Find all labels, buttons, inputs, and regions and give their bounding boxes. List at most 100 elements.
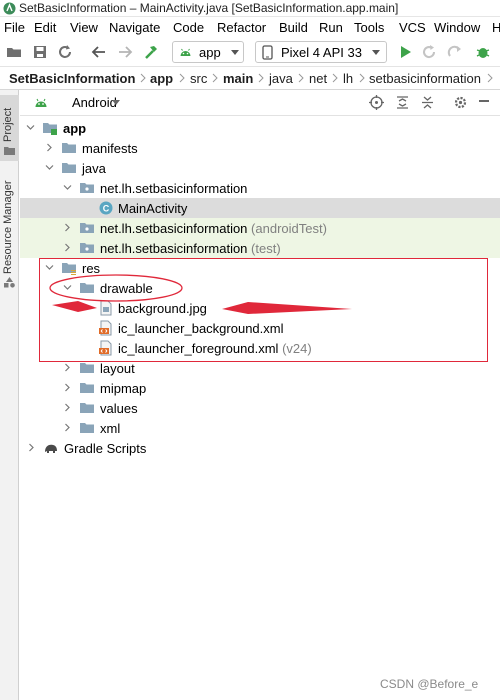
tree-label: MainActivity [118, 201, 188, 216]
android-studio-icon [3, 2, 16, 15]
chevron-right-icon[interactable] [27, 443, 36, 452]
open-folder-icon[interactable] [6, 44, 22, 60]
module-label: app [199, 45, 221, 60]
tree-node-xml[interactable]: xml [20, 418, 500, 438]
folder-icon [80, 423, 94, 433]
chevron-right-icon [359, 73, 365, 83]
breadcrumb-net[interactable]: net [309, 71, 327, 86]
chevron-right-icon[interactable] [63, 383, 72, 392]
chevron-down-icon[interactable] [112, 100, 120, 105]
title-bar: SetBasicInformation – MainActivity.java … [0, 0, 500, 17]
chevron-down-icon [372, 50, 380, 55]
tree-label: Gradle Scripts [64, 441, 147, 456]
tree-label: app [63, 121, 87, 136]
chevron-right-icon[interactable] [63, 243, 72, 252]
menu-navigate[interactable]: Navigate [109, 20, 160, 35]
chevron-down-icon[interactable] [26, 123, 35, 132]
breadcrumb-lh[interactable]: lh [343, 71, 353, 86]
breadcrumb-setbasicinformation[interactable]: setbasicinformation [369, 71, 481, 86]
breadcrumb-src[interactable]: src [190, 71, 207, 86]
chevron-right-icon[interactable] [63, 363, 72, 372]
chevron-right-icon [258, 73, 264, 83]
chevron-right-icon [332, 73, 338, 83]
tree-node-package-main[interactable]: net.lh.setbasicinformation [20, 178, 500, 198]
chevron-right-icon[interactable] [63, 403, 72, 412]
tab-project[interactable]: Project [0, 95, 19, 161]
sync-icon[interactable] [57, 44, 73, 60]
menu-file[interactable]: File [4, 20, 25, 35]
menu-window[interactable]: Window [434, 20, 480, 35]
tree-node-package-androidtest[interactable]: net.lh.setbasicinformation (androidTest) [20, 218, 500, 238]
window-title: SetBasicInformation – MainActivity.java … [19, 1, 399, 15]
project-panel-header: Android [20, 90, 500, 116]
package-folder-icon [80, 183, 94, 193]
tree-node-manifests[interactable]: manifests [20, 138, 500, 158]
device-selector[interactable]: Pixel 4 API 33 [255, 41, 387, 63]
minimize-icon[interactable] [476, 99, 492, 107]
main-toolbar: app Pixel 4 API 33 [0, 39, 500, 66]
breadcrumb: SetBasicInformation app src main java ne… [0, 66, 500, 90]
menu-view[interactable]: View [70, 20, 98, 35]
expand-all-icon[interactable] [395, 95, 410, 110]
menu-run[interactable]: Run [319, 20, 343, 35]
menu-help[interactable]: H [492, 20, 500, 35]
project-tree: app manifests java net.lh.setbasicinform… [20, 117, 500, 700]
chevron-down-icon[interactable] [45, 163, 54, 172]
menu-edit[interactable]: Edit [34, 20, 56, 35]
make-project-hammer-icon[interactable] [143, 44, 159, 60]
debug-icon[interactable] [475, 44, 491, 60]
gradle-elephant-icon [45, 444, 57, 453]
apply-code-changes-icon[interactable] [447, 44, 463, 60]
tree-node-values[interactable]: values [20, 398, 500, 418]
save-icon[interactable] [32, 44, 48, 60]
folder-icon [4, 147, 15, 155]
tree-node-gradle-scripts[interactable]: Gradle Scripts [20, 438, 500, 458]
watermark: CSDN @Before_e [380, 677, 479, 691]
tree-node-app[interactable]: app [20, 118, 500, 138]
breadcrumb-java[interactable]: java [269, 71, 293, 86]
breadcrumb-main[interactable]: main [223, 71, 253, 86]
tree-node-java[interactable]: java [20, 158, 500, 178]
project-view-selector[interactable]: Android [72, 95, 117, 110]
package-folder-icon [80, 243, 94, 253]
chevron-down-icon[interactable] [63, 183, 72, 192]
menu-bar: File Edit View Navigate Code Refactor Bu… [0, 17, 500, 39]
tree-label: net.lh.setbasicinformation [100, 181, 248, 196]
project-tab-label: Project [2, 107, 14, 142]
collapse-all-icon[interactable] [420, 95, 435, 110]
back-arrow-icon[interactable] [91, 44, 107, 60]
folder-icon [80, 383, 94, 393]
breadcrumb-project[interactable]: SetBasicInformation [9, 71, 135, 86]
run-configuration-selector[interactable]: app [172, 41, 244, 63]
breadcrumb-app[interactable]: app [150, 71, 173, 86]
module-folder-icon [43, 123, 57, 135]
tree-label: net.lh.setbasicinformation (test) [100, 241, 281, 256]
tree-label: xml [100, 421, 121, 436]
tree-label: values [100, 401, 138, 416]
tree-node-package-test[interactable]: net.lh.setbasicinformation (test) [20, 238, 500, 258]
chevron-right-icon [212, 73, 218, 83]
tree-label: mipmap [100, 381, 147, 396]
chevron-right-icon[interactable] [45, 143, 54, 152]
menu-build[interactable]: Build [279, 20, 308, 35]
tree-node-mainactivity[interactable]: C MainActivity [20, 198, 500, 218]
svg-text:C: C [103, 204, 110, 214]
chevron-right-icon[interactable] [63, 223, 72, 232]
tree-label: net.lh.setbasicinformation (androidTest) [100, 221, 327, 236]
menu-tools[interactable]: Tools [354, 20, 384, 35]
chevron-right-icon [298, 73, 304, 83]
menu-code[interactable]: Code [173, 20, 204, 35]
select-opened-file-icon[interactable] [369, 95, 384, 110]
tree-node-mipmap[interactable]: mipmap [20, 378, 500, 398]
run-icon[interactable] [397, 44, 413, 60]
menu-vcs[interactable]: VCS [399, 20, 426, 35]
resource-manager-tab-label: Resource Manager [2, 180, 14, 274]
chevron-right-icon [140, 73, 146, 83]
chevron-right-icon[interactable] [63, 423, 72, 432]
tab-resource-manager[interactable]: Resource Manager [0, 174, 19, 294]
apply-changes-icon[interactable] [421, 44, 437, 60]
gear-icon[interactable] [453, 95, 468, 110]
menu-refactor[interactable]: Refactor [217, 20, 266, 35]
forward-arrow-icon[interactable] [117, 44, 133, 60]
class-icon: C [99, 201, 113, 215]
